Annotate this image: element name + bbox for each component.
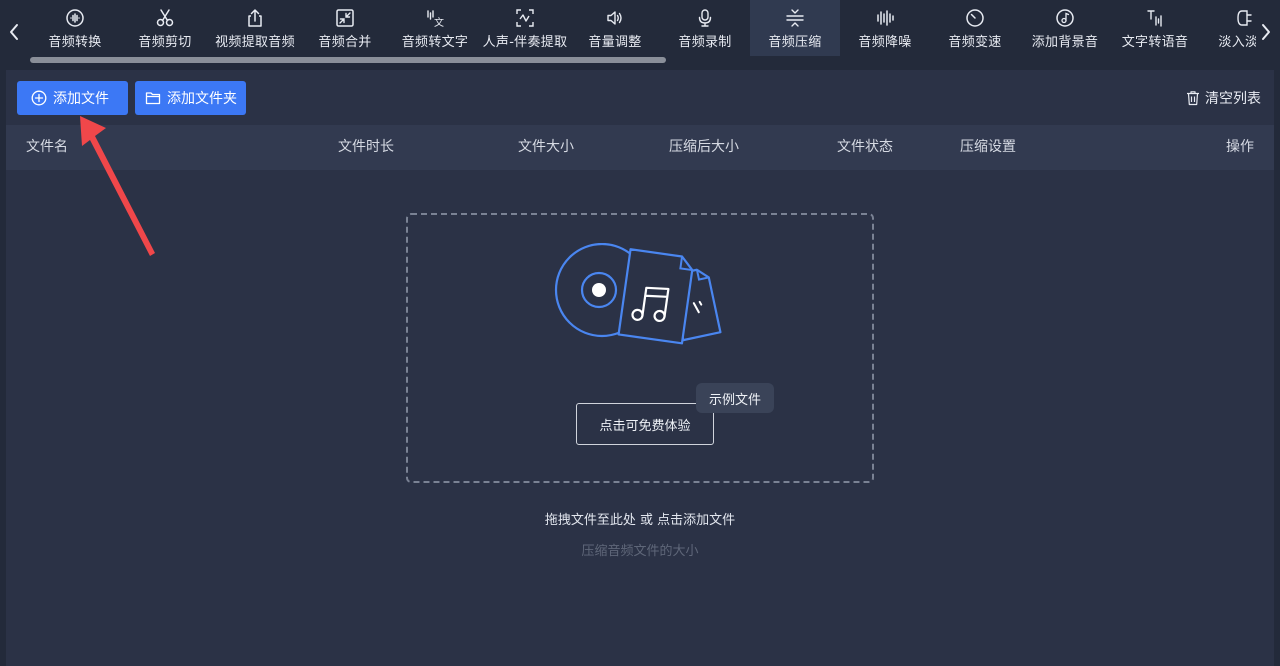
feature-toolbar: 音频转换 音频剪切 视频提取音频 音频合并 文 音频转文字 人声-伴奏提取 音量… xyxy=(0,0,1280,64)
column-file-size: 文件大小 xyxy=(518,139,574,155)
fade-icon xyxy=(1237,10,1252,26)
folder-icon xyxy=(145,92,161,105)
tool-label: 音量调整 xyxy=(588,35,642,50)
scroll-left-button[interactable] xyxy=(6,20,22,44)
tool-volume-adjust[interactable]: 音量调整 xyxy=(570,0,660,56)
tool-label: 淡入淡出 xyxy=(1218,35,1256,50)
column-compressed-size: 压缩后大小 xyxy=(669,139,739,155)
tool-audio-denoise[interactable]: 音频降噪 xyxy=(840,0,930,56)
volume-icon xyxy=(607,11,622,25)
tool-audio-cut[interactable]: 音频剪切 xyxy=(120,0,210,56)
tool-label: 人声-伴奏提取 xyxy=(482,35,568,50)
tool-label: 音频录制 xyxy=(678,35,732,50)
compress-icon xyxy=(786,9,804,27)
tool-audio-convert[interactable]: 音频转换 xyxy=(30,0,120,56)
tool-fade[interactable]: 淡入淡出 xyxy=(1200,0,1256,56)
toolbar-scrollbar[interactable] xyxy=(30,56,1256,64)
tool-label: 音频转文字 xyxy=(401,35,469,50)
tool-vocal-extract[interactable]: 人声-伴奏提取 xyxy=(480,0,570,56)
tool-text-to-speech[interactable]: 文字转语音 xyxy=(1110,0,1200,56)
tool-label: 音频降噪 xyxy=(858,35,912,50)
clear-list-label: 清空列表 xyxy=(1205,91,1261,107)
free-trial-button[interactable]: 点击可免费体验 xyxy=(576,403,714,445)
tool-label: 音频压缩 xyxy=(768,35,822,50)
tool-label: 音频合并 xyxy=(318,35,372,50)
drop-hint-text: 拖拽文件至此处 或 点击添加文件 xyxy=(544,513,736,528)
clear-list-button[interactable]: 清空列表 xyxy=(1185,87,1261,109)
file-drop-zone[interactable]: 点击可免费体验 示例文件 xyxy=(406,213,874,483)
tool-audio-record[interactable]: 音频录制 xyxy=(660,0,750,56)
column-status: 文件状态 xyxy=(837,139,893,155)
scroll-right-button[interactable] xyxy=(1258,20,1274,44)
tool-audio-compress[interactable]: 音频压缩 xyxy=(750,0,840,56)
sample-file-badge[interactable]: 示例文件 xyxy=(696,383,774,413)
tool-add-background-music[interactable]: 添加背景音 xyxy=(1020,0,1110,56)
microphone-icon xyxy=(698,9,712,27)
merge-icon xyxy=(336,9,354,27)
tool-label: 音频剪切 xyxy=(138,35,192,50)
column-compress-settings: 压缩设置 xyxy=(960,139,1016,155)
add-folder-button[interactable]: 添加文件夹 xyxy=(135,81,246,115)
vocal-separate-icon xyxy=(516,9,534,27)
add-file-button[interactable]: 添加文件 xyxy=(17,81,128,115)
tool-label: 音频变速 xyxy=(948,35,1002,50)
scrollbar-thumb[interactable] xyxy=(30,57,666,63)
export-icon xyxy=(248,9,262,27)
plus-circle-icon xyxy=(31,90,47,106)
tool-audio-speed[interactable]: 音频变速 xyxy=(930,0,1020,56)
drop-subhint-text: 压缩音频文件的大小 xyxy=(581,544,699,559)
sample-file-label: 示例文件 xyxy=(708,392,761,408)
audio-files-illustration-icon xyxy=(554,243,722,345)
tool-label: 文字转语音 xyxy=(1121,35,1189,50)
column-actions: 操作 xyxy=(1226,139,1254,155)
speech-to-text-icon: 文 xyxy=(427,10,444,28)
music-note-icon xyxy=(1056,9,1074,27)
chevron-right-icon xyxy=(1262,24,1270,40)
file-table-header: 文件名 文件时长 文件大小 压缩后大小 文件状态 压缩设置 操作 xyxy=(6,125,1274,170)
tool-audio-merge[interactable]: 音频合并 xyxy=(300,0,390,56)
app-window: 音频转换 音频剪切 视频提取音频 音频合并 文 音频转文字 人声-伴奏提取 音量… xyxy=(0,0,1280,666)
add-file-label: 添加文件 xyxy=(53,91,109,107)
main-panel: 添加文件 添加文件夹 清空列表 文件名 文件时长 文件大小 压缩后大小 文件状态… xyxy=(6,70,1274,666)
scissors-icon xyxy=(156,9,174,27)
column-file-name: 文件名 xyxy=(26,139,68,155)
svg-text:文: 文 xyxy=(434,16,444,28)
tool-label: 添加背景音 xyxy=(1031,35,1099,50)
tool-audio-to-text[interactable]: 文 音频转文字 xyxy=(390,0,480,56)
speedometer-icon xyxy=(966,9,984,27)
text-to-speech-icon xyxy=(1147,10,1162,27)
tool-label: 视频提取音频 xyxy=(215,35,295,50)
chevron-left-icon xyxy=(10,24,18,40)
tool-video-extract-audio[interactable]: 视频提取音频 xyxy=(210,0,300,56)
audio-convert-icon xyxy=(66,9,84,27)
column-duration: 文件时长 xyxy=(338,139,394,155)
free-trial-label: 点击可免费体验 xyxy=(599,418,691,434)
waveform-icon xyxy=(877,10,894,26)
tool-list: 音频转换 音频剪切 视频提取音频 音频合并 文 音频转文字 人声-伴奏提取 音量… xyxy=(30,0,1256,58)
tool-label: 音频转换 xyxy=(48,35,102,50)
add-folder-label: 添加文件夹 xyxy=(167,91,237,107)
trash-icon xyxy=(1187,91,1199,106)
